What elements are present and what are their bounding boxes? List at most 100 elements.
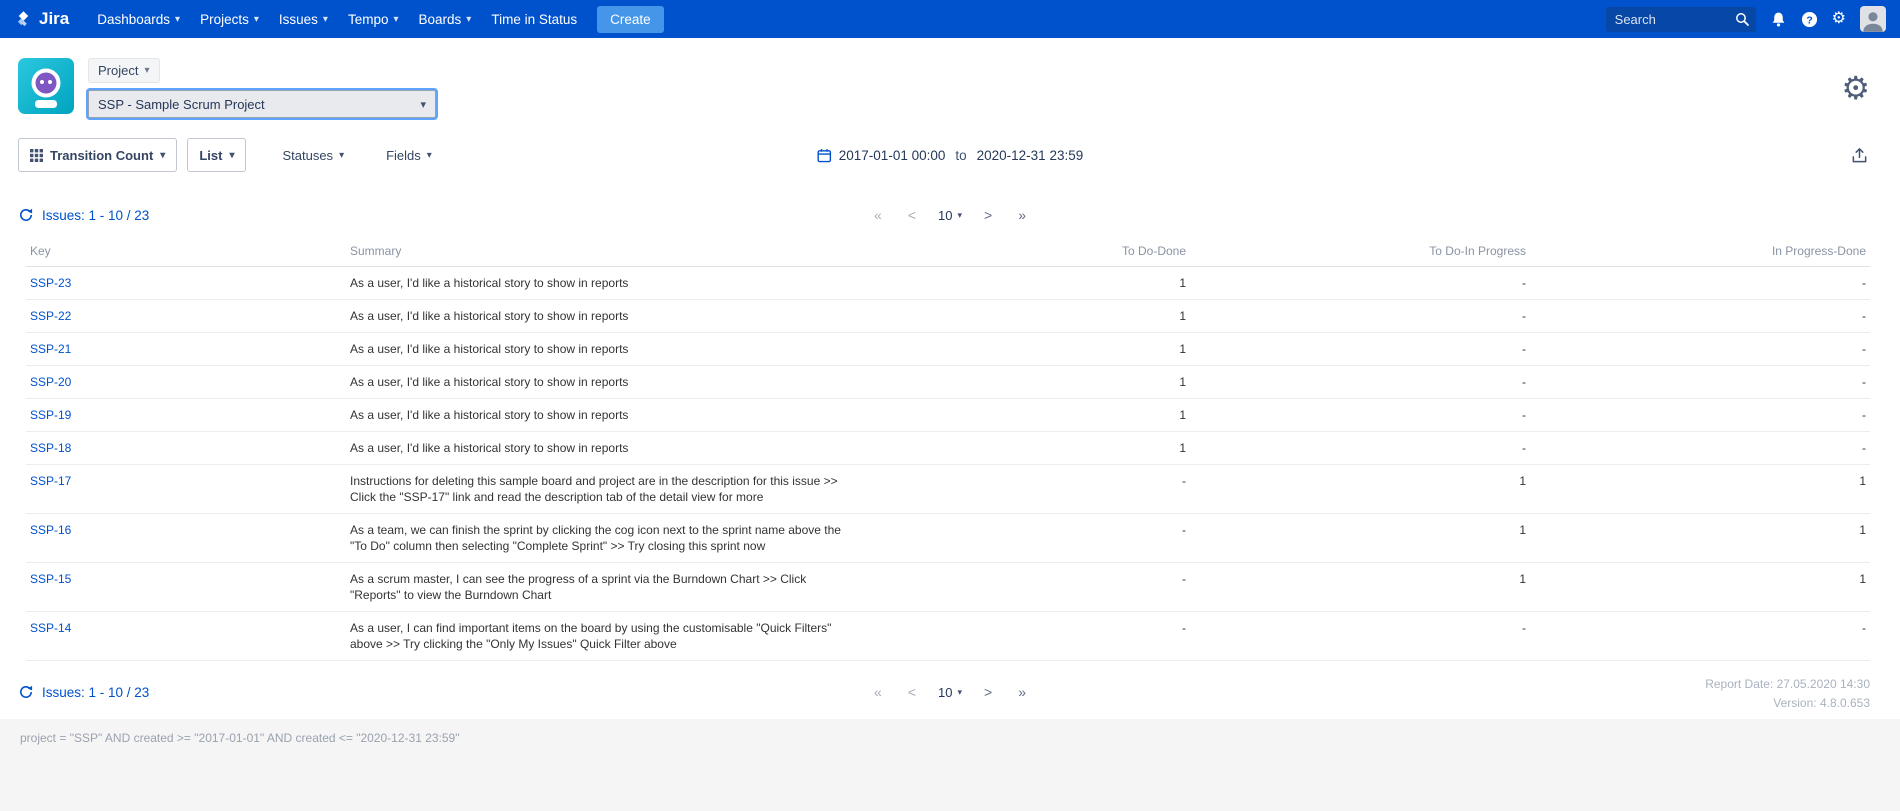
- issue-summary: As a user, I'd like a historical story t…: [350, 374, 846, 390]
- pagination-prev-button[interactable]: <: [904, 682, 920, 702]
- export-button[interactable]: [1849, 145, 1870, 166]
- nav-item-issues[interactable]: Issues ▾: [269, 0, 338, 38]
- nav-item-label: Tempo: [348, 12, 389, 27]
- column-header-key[interactable]: Key: [26, 236, 346, 267]
- project-avatar: [18, 58, 74, 114]
- nav-item-dashboards[interactable]: Dashboards ▾: [87, 0, 190, 38]
- value-todo-done: 1: [850, 333, 1190, 366]
- metric-dropdown[interactable]: Transition Count ▾: [18, 138, 177, 172]
- issue-key-link[interactable]: SSP-14: [30, 621, 71, 635]
- value-inprogress-done: -: [1530, 399, 1870, 432]
- value-todo-inprogress: -: [1190, 612, 1530, 661]
- issue-summary: As a user, I'd like a historical story t…: [350, 407, 846, 423]
- value-todo-done: 1: [850, 366, 1190, 399]
- column-header-todo-inprogress[interactable]: To Do-In Progress: [1190, 236, 1530, 267]
- nav-item-boards[interactable]: Boards ▾: [409, 0, 482, 38]
- value-todo-done: -: [850, 612, 1190, 661]
- issues-table-body: SSP-23 As a user, I'd like a historical …: [26, 267, 1870, 661]
- value-inprogress-done: 1: [1530, 465, 1870, 514]
- issue-key-link[interactable]: SSP-15: [30, 572, 71, 586]
- refresh-button[interactable]: [18, 207, 34, 223]
- fields-dropdown[interactable]: Fields ▾: [380, 147, 438, 164]
- project-type-dropdown[interactable]: Project ▾: [88, 58, 160, 83]
- statuses-dropdown[interactable]: Statuses ▾: [276, 147, 350, 164]
- results-row-top: Issues: 1 - 10 / 23 « < 10 ▾ > »: [0, 182, 1900, 234]
- nav-item-label: Projects: [200, 12, 249, 27]
- table-row: SSP-15 As a scrum master, I can see the …: [26, 563, 1870, 612]
- table-row: SSP-23 As a user, I'd like a historical …: [26, 267, 1870, 300]
- issue-summary: As a user, I can find important items on…: [350, 620, 846, 652]
- pagination-last-button[interactable]: »: [1014, 682, 1030, 702]
- pagination-first-button[interactable]: «: [870, 205, 886, 225]
- chevron-down-icon: ▾: [339, 150, 344, 161]
- value-inprogress-done: -: [1530, 267, 1870, 300]
- value-inprogress-done: 1: [1530, 563, 1870, 612]
- report-date: Report Date: 27.05.2020 14:30: [1705, 675, 1870, 694]
- value-todo-inprogress: -: [1190, 300, 1530, 333]
- issue-summary: As a scrum master, I can see the progres…: [350, 571, 846, 603]
- issues-table: Key Summary To Do-Done To Do-In Progress…: [26, 236, 1870, 661]
- project-select-value: SSP - Sample Scrum Project: [98, 97, 265, 112]
- issue-key-link[interactable]: SSP-19: [30, 408, 71, 422]
- svg-text:?: ?: [1806, 15, 1812, 26]
- nav-item-projects[interactable]: Projects ▾: [190, 0, 269, 38]
- chevron-down-icon: ▾: [466, 14, 471, 25]
- report-settings-gear-icon[interactable]: ⚙: [1841, 72, 1870, 104]
- value-todo-done: 1: [850, 300, 1190, 333]
- issue-key-link[interactable]: SSP-18: [30, 441, 71, 455]
- column-header-summary[interactable]: Summary: [346, 236, 850, 267]
- nav-item-label: Time in Status: [491, 12, 577, 27]
- chevron-down-icon: ▾: [957, 687, 962, 698]
- issue-key-link[interactable]: SSP-17: [30, 474, 71, 488]
- nav-item-time-in-status[interactable]: Time in Status: [481, 0, 587, 38]
- jira-logo[interactable]: Jira: [14, 9, 69, 29]
- issue-key-link[interactable]: SSP-16: [30, 523, 71, 537]
- chevron-down-icon: ▾: [957, 210, 962, 221]
- user-avatar[interactable]: [1860, 6, 1886, 32]
- date-range-picker[interactable]: 2017-01-01 00:00 to 2020-12-31 23:59: [817, 148, 1083, 163]
- top-navbar: Jira Dashboards ▾ Projects ▾ Issues ▾ Te…: [0, 0, 1900, 38]
- chevron-down-icon: ▾: [229, 150, 234, 161]
- chevron-down-icon: ▾: [254, 14, 259, 25]
- issue-key-link[interactable]: SSP-23: [30, 276, 71, 290]
- value-todo-inprogress: 1: [1190, 514, 1530, 563]
- page-size-select[interactable]: 10 ▾: [938, 685, 962, 700]
- issue-key-link[interactable]: SSP-22: [30, 309, 71, 323]
- project-select[interactable]: SSP - Sample Scrum Project ▾: [88, 90, 436, 118]
- column-header-todo-done[interactable]: To Do-Done: [850, 236, 1190, 267]
- notifications-bell-icon[interactable]: [1770, 11, 1787, 28]
- nav-item-label: Boards: [419, 12, 462, 27]
- view-dropdown[interactable]: List ▾: [187, 138, 246, 172]
- value-todo-inprogress: -: [1190, 399, 1530, 432]
- column-header-inprogress-done[interactable]: In Progress-Done: [1530, 236, 1870, 267]
- page-size-select[interactable]: 10 ▾: [938, 208, 962, 223]
- pagination-prev-button[interactable]: <: [904, 205, 920, 225]
- pagination-next-button[interactable]: >: [980, 682, 996, 702]
- issue-key-link[interactable]: SSP-21: [30, 342, 71, 356]
- issue-summary: As a user, I'd like a historical story t…: [350, 308, 846, 324]
- pagination-next-button[interactable]: >: [980, 205, 996, 225]
- value-todo-inprogress: -: [1190, 366, 1530, 399]
- project-type-label: Project: [98, 63, 138, 78]
- project-header: Project ▾ SSP - Sample Scrum Project ▾ ⚙: [0, 38, 1900, 124]
- table-row: SSP-22 As a user, I'd like a historical …: [26, 300, 1870, 333]
- refresh-button[interactable]: [18, 684, 34, 700]
- brand-name: Jira: [39, 9, 69, 29]
- help-icon[interactable]: ?: [1801, 11, 1818, 28]
- calendar-icon: [817, 148, 832, 163]
- pagination-last-button[interactable]: »: [1014, 205, 1030, 225]
- create-button[interactable]: Create: [597, 6, 664, 33]
- nav-item-tempo[interactable]: Tempo ▾: [338, 0, 409, 38]
- settings-gear-icon[interactable]: ⚙: [1832, 11, 1846, 27]
- value-todo-inprogress: 1: [1190, 465, 1530, 514]
- pagination-bottom: « < 10 ▾ > »: [870, 682, 1030, 702]
- value-inprogress-done: -: [1530, 432, 1870, 465]
- nav-item-label: Dashboards: [97, 12, 170, 27]
- date-from: 2017-01-01 00:00: [839, 148, 946, 163]
- date-separator: to: [952, 148, 969, 163]
- pagination-first-button[interactable]: «: [870, 682, 886, 702]
- page-size-value: 10: [938, 208, 952, 223]
- issue-key-link[interactable]: SSP-20: [30, 375, 71, 389]
- table-row: SSP-16 As a team, we can finish the spri…: [26, 514, 1870, 563]
- issues-count-label: Issues: 1 - 10 / 23: [42, 685, 149, 700]
